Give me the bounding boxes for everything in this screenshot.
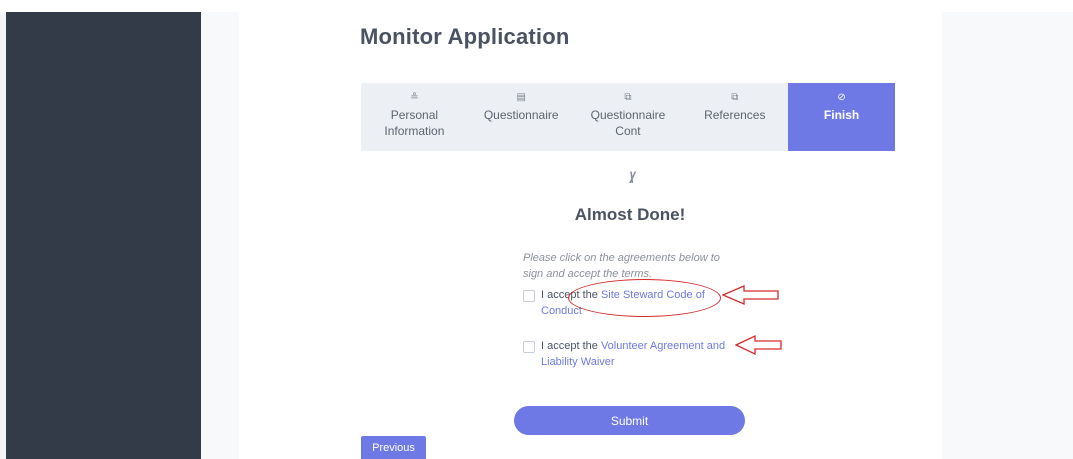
page-title: Monitor Application (360, 24, 570, 49)
submit-button[interactable]: Submit (514, 406, 745, 435)
step-label: References (704, 108, 766, 122)
red-circle-annotation (568, 279, 721, 317)
wizard-steps: ≗ Personal Information ▤ Questionnaire ⧉… (361, 83, 895, 151)
main-content (239, 12, 942, 459)
step-label: Questionnaire Cont (590, 108, 666, 138)
document-icon: ▤ (516, 92, 526, 103)
step-questionnaire-cont[interactable]: ⧉ Questionnaire Cont (575, 83, 682, 151)
document-edit-icon: ⧉ (624, 92, 632, 103)
agreement-row-volunteer-waiver: I accept the Volunteer Agreement and Lia… (523, 338, 763, 370)
left-gutter (201, 12, 239, 459)
almost-done-heading: Almost Done! (574, 205, 686, 224)
agreement-prefix: I accept the (541, 340, 601, 352)
volunteer-waiver-checkbox[interactable] (523, 341, 535, 353)
step-label: Finish (823, 108, 860, 122)
agreement-instructions: Please click on the agreements below to … (523, 252, 720, 280)
right-gutter (942, 12, 1073, 459)
red-arrow-annotation-1 (722, 285, 779, 305)
agreement-text: I accept the Volunteer Agreement and Lia… (541, 338, 746, 370)
step-questionnaire[interactable]: ▤ Questionnaire (468, 83, 575, 151)
code-of-conduct-checkbox[interactable] (523, 290, 535, 302)
step-finish[interactable]: ⊘ Finish (788, 83, 895, 151)
step-label: Questionnaire (483, 108, 559, 122)
step-references[interactable]: ⧉ References (681, 83, 788, 151)
double-check-icon: \\// (629, 170, 635, 187)
copy-icon: ⧉ (731, 92, 739, 103)
sidebar (6, 12, 201, 459)
step-personal-information[interactable]: ≗ Personal Information (361, 83, 468, 151)
page: Monitor Application ≗ Personal Informati… (0, 0, 1073, 459)
user-icon: ≗ (410, 92, 419, 103)
check-circle-icon: ⊘ (837, 92, 846, 103)
step-label: Personal Information (384, 108, 445, 138)
red-arrow-annotation-2 (735, 334, 782, 356)
previous-button[interactable]: Previous (361, 436, 426, 459)
